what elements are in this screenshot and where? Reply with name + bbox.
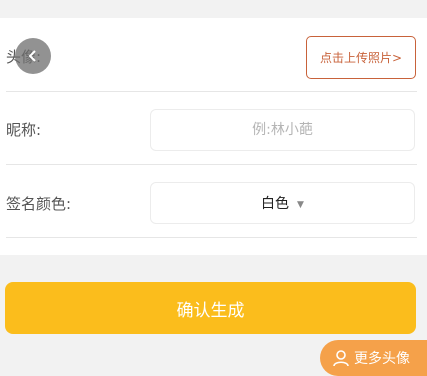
color-select[interactable]: 白色 ▼ [150,182,415,224]
chevron-down-icon: ▼ [297,199,304,210]
divider [6,237,417,238]
color-select-value: 白色 [261,196,290,212]
more-avatars-label: 更多头像 [354,351,410,367]
back-button[interactable] [15,38,51,74]
nickname-input[interactable] [151,110,414,150]
color-label: 签名颜色: [6,195,72,213]
confirm-button[interactable]: 确认生成 [5,282,416,334]
nickname-label: 昵称: [6,121,42,139]
person-icon [333,350,349,367]
chevron-left-icon [28,50,36,62]
upload-photo-button[interactable]: 点击上传照片> [306,36,416,79]
nickname-field[interactable] [150,109,415,151]
